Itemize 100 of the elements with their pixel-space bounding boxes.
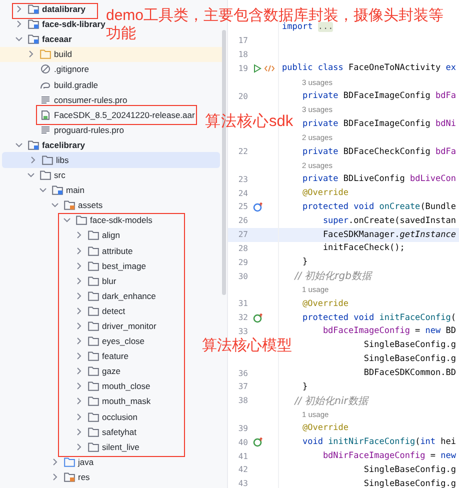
tree-item[interactable]: build bbox=[27, 46, 72, 62]
implement-icon[interactable] bbox=[253, 312, 263, 323]
tree-item[interactable]: datalibrary bbox=[15, 2, 86, 17]
code-line: void initNirFaceConfig(int hei bbox=[301, 437, 456, 448]
tree-item[interactable]: face-sdk-models bbox=[63, 212, 152, 228]
chevron-down-icon[interactable] bbox=[51, 201, 59, 210]
chevron-down-icon[interactable] bbox=[63, 216, 71, 224]
folder-badge-icon bbox=[28, 34, 39, 44]
code-line: @Override bbox=[301, 298, 349, 309]
code-line: super.onCreate(savedInstan bbox=[322, 216, 456, 226]
folder-icon bbox=[88, 412, 99, 422]
chevron-right-icon[interactable] bbox=[51, 472, 59, 481]
chevron-right-icon[interactable] bbox=[75, 397, 83, 406]
line-number: 40 bbox=[237, 438, 248, 447]
chevron-right-icon[interactable] bbox=[75, 337, 83, 346]
tree-item[interactable]: mouth_mask bbox=[75, 394, 151, 410]
folder-icon bbox=[40, 49, 51, 60]
code-line: bdNirFaceImageConfig = new bbox=[322, 451, 456, 462]
tree-item[interactable]: faceaar bbox=[15, 32, 72, 47]
tree-item[interactable]: build.gradle bbox=[27, 76, 98, 92]
code-line: private BDFaceCheckConfig bdFa bbox=[301, 146, 456, 157]
code-line: private BDLiveConfig bdLiveCon bbox=[301, 174, 456, 184]
folder-icon bbox=[88, 260, 99, 271]
chevron-right-icon[interactable] bbox=[75, 322, 83, 330]
tree-item[interactable]: eyes_close bbox=[75, 334, 145, 349]
code-line: // 初始化nir数据 bbox=[293, 394, 368, 408]
line-number: 27 bbox=[237, 230, 248, 240]
folder-icon bbox=[42, 154, 53, 165]
folder-icon bbox=[88, 442, 99, 452]
tree-item[interactable]: occlusion bbox=[75, 409, 138, 424]
chevron-right-icon[interactable] bbox=[15, 20, 23, 28]
tree-item[interactable]: driver_monitor bbox=[75, 318, 156, 334]
tree-item[interactable]: assets bbox=[51, 198, 103, 213]
line-number: 39 bbox=[237, 424, 248, 433]
implement-icon[interactable] bbox=[253, 437, 263, 448]
chevron-right-icon[interactable] bbox=[75, 306, 83, 315]
tree-item[interactable]: proguard-rules.pro bbox=[27, 122, 124, 138]
chevron-right-icon[interactable] bbox=[29, 156, 37, 164]
chevron-right-icon[interactable] bbox=[75, 292, 83, 300]
code-line: } bbox=[301, 257, 308, 268]
chevron-down-icon[interactable] bbox=[15, 140, 23, 149]
chevron-right-icon[interactable] bbox=[75, 246, 83, 255]
tree-item[interactable]: face-sdk-library bbox=[15, 16, 106, 32]
line-number: 30 bbox=[237, 272, 248, 281]
folder-icon bbox=[88, 321, 99, 332]
chevron-down-icon[interactable] bbox=[27, 171, 35, 180]
tree-item[interactable]: align bbox=[75, 228, 120, 243]
run-icon[interactable] bbox=[253, 64, 262, 73]
tree-item[interactable]: best_image bbox=[75, 258, 146, 274]
chevron-right-icon[interactable] bbox=[15, 5, 23, 14]
folder-icon bbox=[88, 396, 99, 406]
tree-item[interactable]: detect bbox=[75, 303, 126, 318]
tree-item[interactable]: src bbox=[27, 168, 66, 183]
line-number: 42 bbox=[237, 465, 248, 474]
chevron-right-icon[interactable] bbox=[75, 276, 83, 285]
line-number: 26 bbox=[237, 216, 248, 226]
tree-item[interactable]: safetyhat bbox=[75, 424, 136, 440]
tree-item[interactable]: FaceSDK_8.5_20241220-release.aar bbox=[27, 107, 195, 122]
line-number: 22 bbox=[237, 147, 248, 156]
tree-item[interactable]: dark_enhance bbox=[75, 288, 156, 304]
line-number: 32 bbox=[237, 313, 248, 322]
chevron-right-icon[interactable] bbox=[75, 231, 83, 240]
folder-icon bbox=[88, 290, 99, 301]
tree-item[interactable]: mouth_close bbox=[75, 378, 150, 394]
line-number: 24 bbox=[237, 188, 248, 198]
code-line: import ... bbox=[282, 22, 334, 32]
chevron-right-icon[interactable] bbox=[27, 50, 35, 58]
tree-item[interactable]: blur bbox=[75, 273, 116, 288]
code-line: @Override bbox=[301, 188, 349, 198]
chevron-right-icon[interactable] bbox=[75, 382, 83, 390]
chevron-right-icon[interactable] bbox=[75, 428, 83, 436]
code-line: public class FaceOneToNActivity ex bbox=[282, 63, 456, 74]
tree-item[interactable]: facelibrary bbox=[15, 137, 85, 152]
tree-item[interactable]: feature bbox=[75, 348, 128, 364]
tree-item[interactable]: consumer-rules.pro bbox=[27, 92, 128, 108]
chevron-right-icon[interactable] bbox=[75, 352, 83, 360]
chevron-down-icon[interactable] bbox=[15, 35, 23, 44]
tree-item[interactable]: libs bbox=[29, 152, 69, 168]
code-tag-icon[interactable] bbox=[264, 64, 275, 73]
tree-item[interactable]: attribute bbox=[75, 243, 133, 258]
chevron-right-icon[interactable] bbox=[51, 458, 59, 466]
chevron-right-icon[interactable] bbox=[75, 367, 83, 376]
annotation-text: demo工具类，主要包含数据库封装，摄像头封装等 bbox=[106, 7, 444, 24]
code-line: initFaceCheck(); bbox=[322, 243, 405, 254]
folder-icon bbox=[88, 426, 99, 437]
text-file-icon bbox=[40, 94, 51, 105]
chevron-right-icon[interactable] bbox=[75, 442, 83, 451]
tree-item[interactable]: java bbox=[51, 454, 94, 470]
tree-item[interactable]: silent_live bbox=[75, 439, 140, 454]
tree-item[interactable]: main bbox=[39, 182, 84, 198]
chevron-right-icon[interactable] bbox=[75, 412, 83, 421]
override-icon[interactable] bbox=[253, 202, 263, 212]
tree-item[interactable]: res bbox=[51, 469, 90, 484]
chevron-down-icon[interactable] bbox=[39, 186, 47, 194]
line-number: 20 bbox=[237, 92, 248, 101]
line-number: 37 bbox=[237, 382, 248, 392]
tree-item[interactable]: .gitignore bbox=[27, 62, 89, 77]
chevron-right-icon[interactable] bbox=[75, 262, 83, 270]
code-line: // 初始化rgb数据 bbox=[293, 270, 372, 284]
tree-item[interactable]: gaze bbox=[75, 364, 120, 379]
